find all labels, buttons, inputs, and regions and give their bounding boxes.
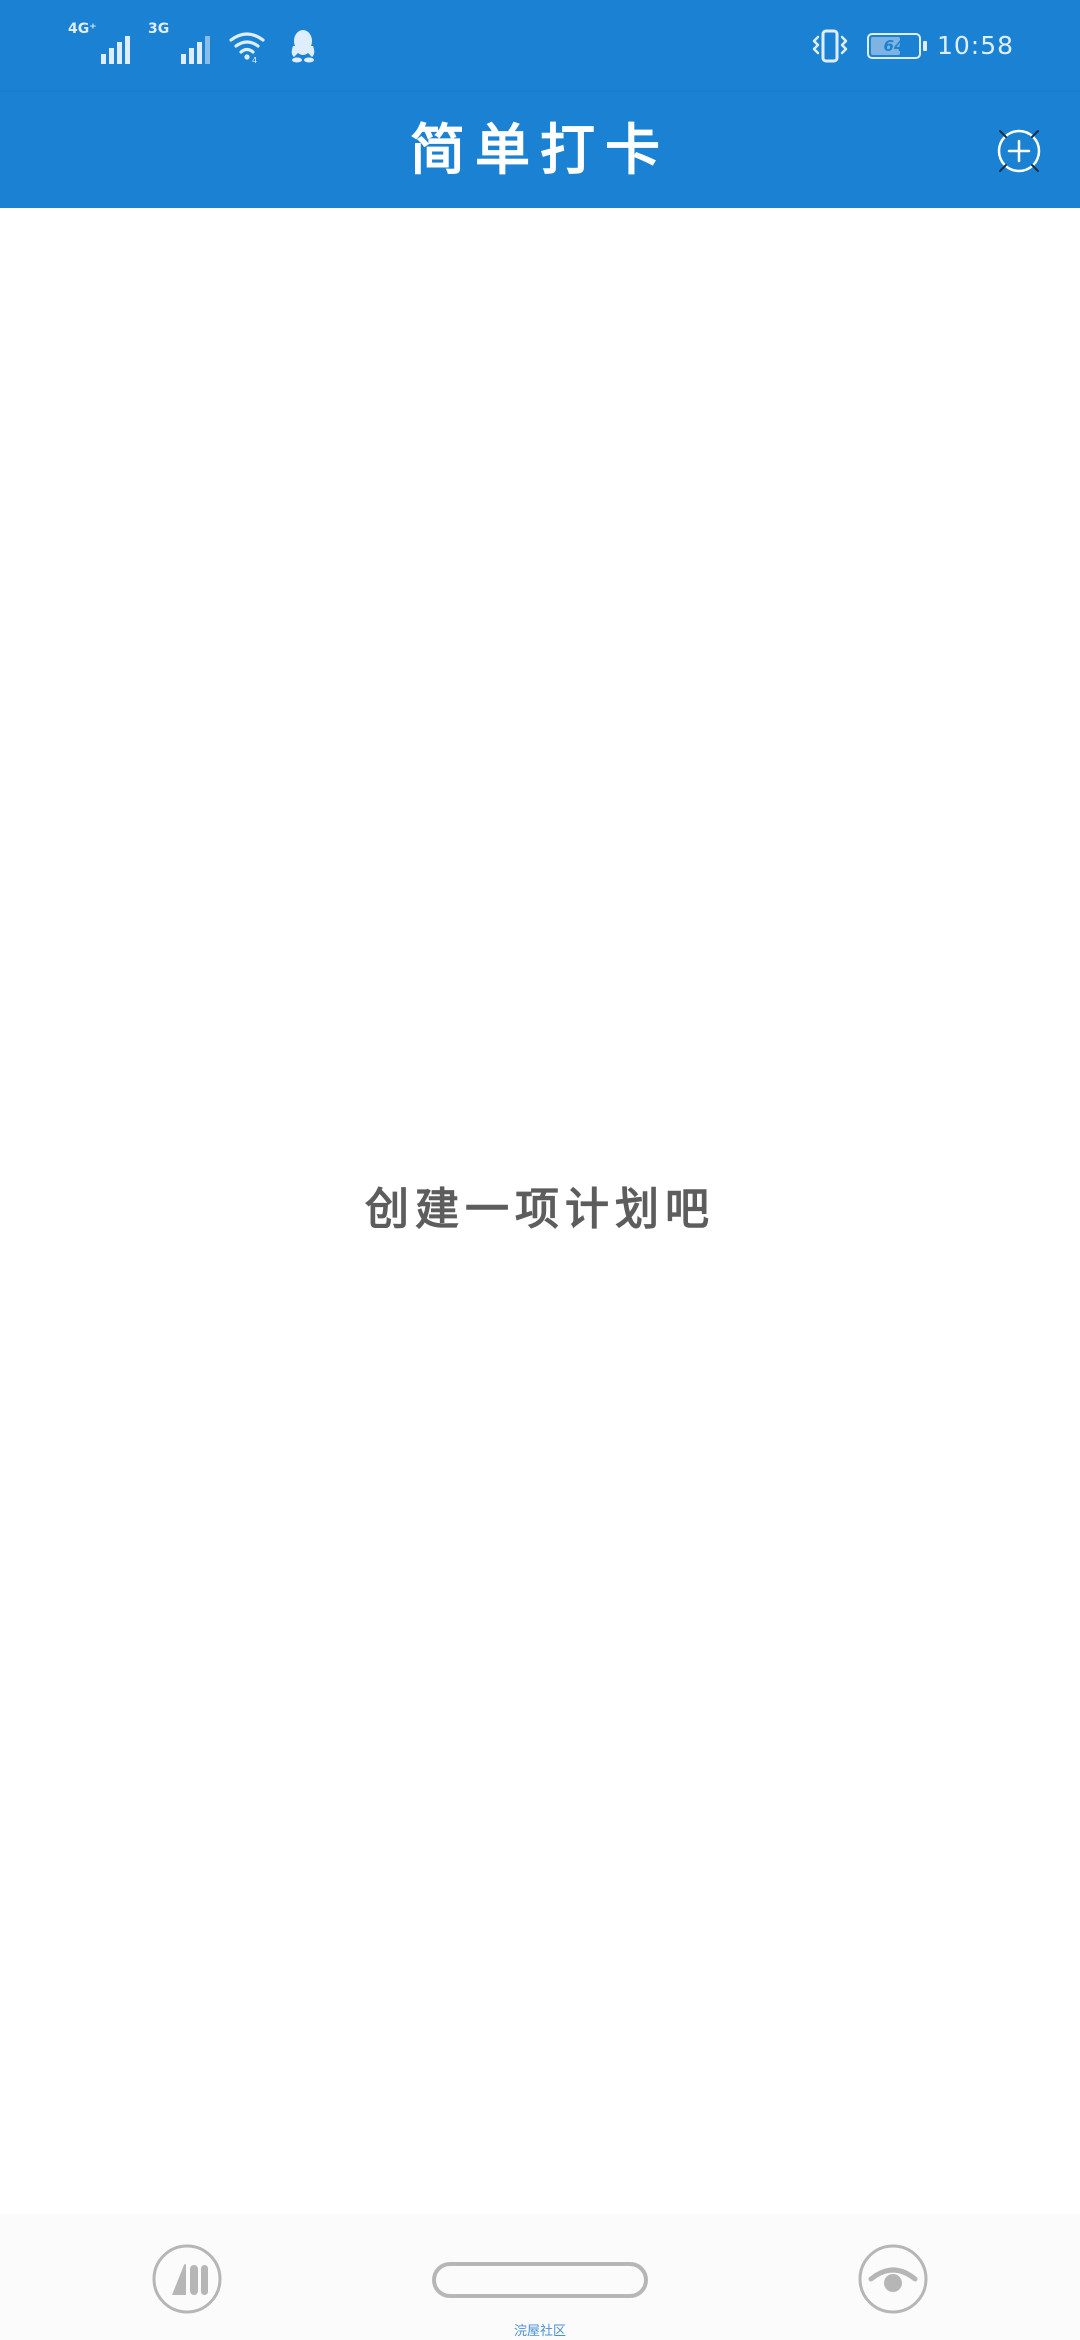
main-content: 创建一项计划吧 xyxy=(0,208,1080,2214)
signal-group-4g: 4G⁺ xyxy=(68,21,130,64)
status-bar: 4G⁺ 3G 4 64 10:58 xyxy=(0,0,1080,92)
signal-group-3g: 3G xyxy=(148,21,210,64)
signal-bar xyxy=(205,36,210,64)
vibrate-icon xyxy=(812,29,848,63)
signal-bar xyxy=(181,54,186,64)
signal-bar xyxy=(189,48,194,64)
signal-bar xyxy=(101,54,106,64)
wifi-icon: 4 xyxy=(229,32,265,64)
plus-circle-icon[interactable] xyxy=(996,128,1042,174)
battery-indicator: 64 xyxy=(866,33,927,59)
eye-icon[interactable] xyxy=(857,2243,929,2315)
svg-text:4: 4 xyxy=(252,56,257,64)
signal-bar xyxy=(109,48,114,64)
empty-state-hint: 创建一项计划吧 xyxy=(365,1184,715,1235)
signal-bars-3g xyxy=(181,36,210,64)
home-pill-button[interactable] xyxy=(432,2262,648,2298)
signal-bar xyxy=(117,42,122,64)
qq-icon xyxy=(291,30,315,63)
network-label-4g: 4G⁺ xyxy=(68,21,97,37)
page-title: 简单打卡 xyxy=(409,118,670,182)
signal-bar xyxy=(125,36,130,64)
signal-bars-4g xyxy=(101,36,130,64)
signal-bar xyxy=(197,42,202,64)
top-app-bar: 简单打卡 xyxy=(0,92,1080,208)
app-logo-icon[interactable] xyxy=(151,2243,223,2315)
nav-caption: 浣屋社区 xyxy=(513,2324,566,2339)
battery-level-text: 64 xyxy=(883,37,905,55)
network-label-3g: 3G xyxy=(148,21,170,37)
status-clock: 10:58 xyxy=(936,31,1014,60)
screen: 4G⁺ 3G 4 64 10:58 简单打卡 创建一项计划吧 浣屋社区 xyxy=(0,0,1080,2340)
status-right: 64 10:58 xyxy=(809,28,1014,64)
bottom-navigation: 浣屋社区 xyxy=(0,2214,1080,2340)
status-left: 4G⁺ 3G 4 xyxy=(68,21,322,64)
